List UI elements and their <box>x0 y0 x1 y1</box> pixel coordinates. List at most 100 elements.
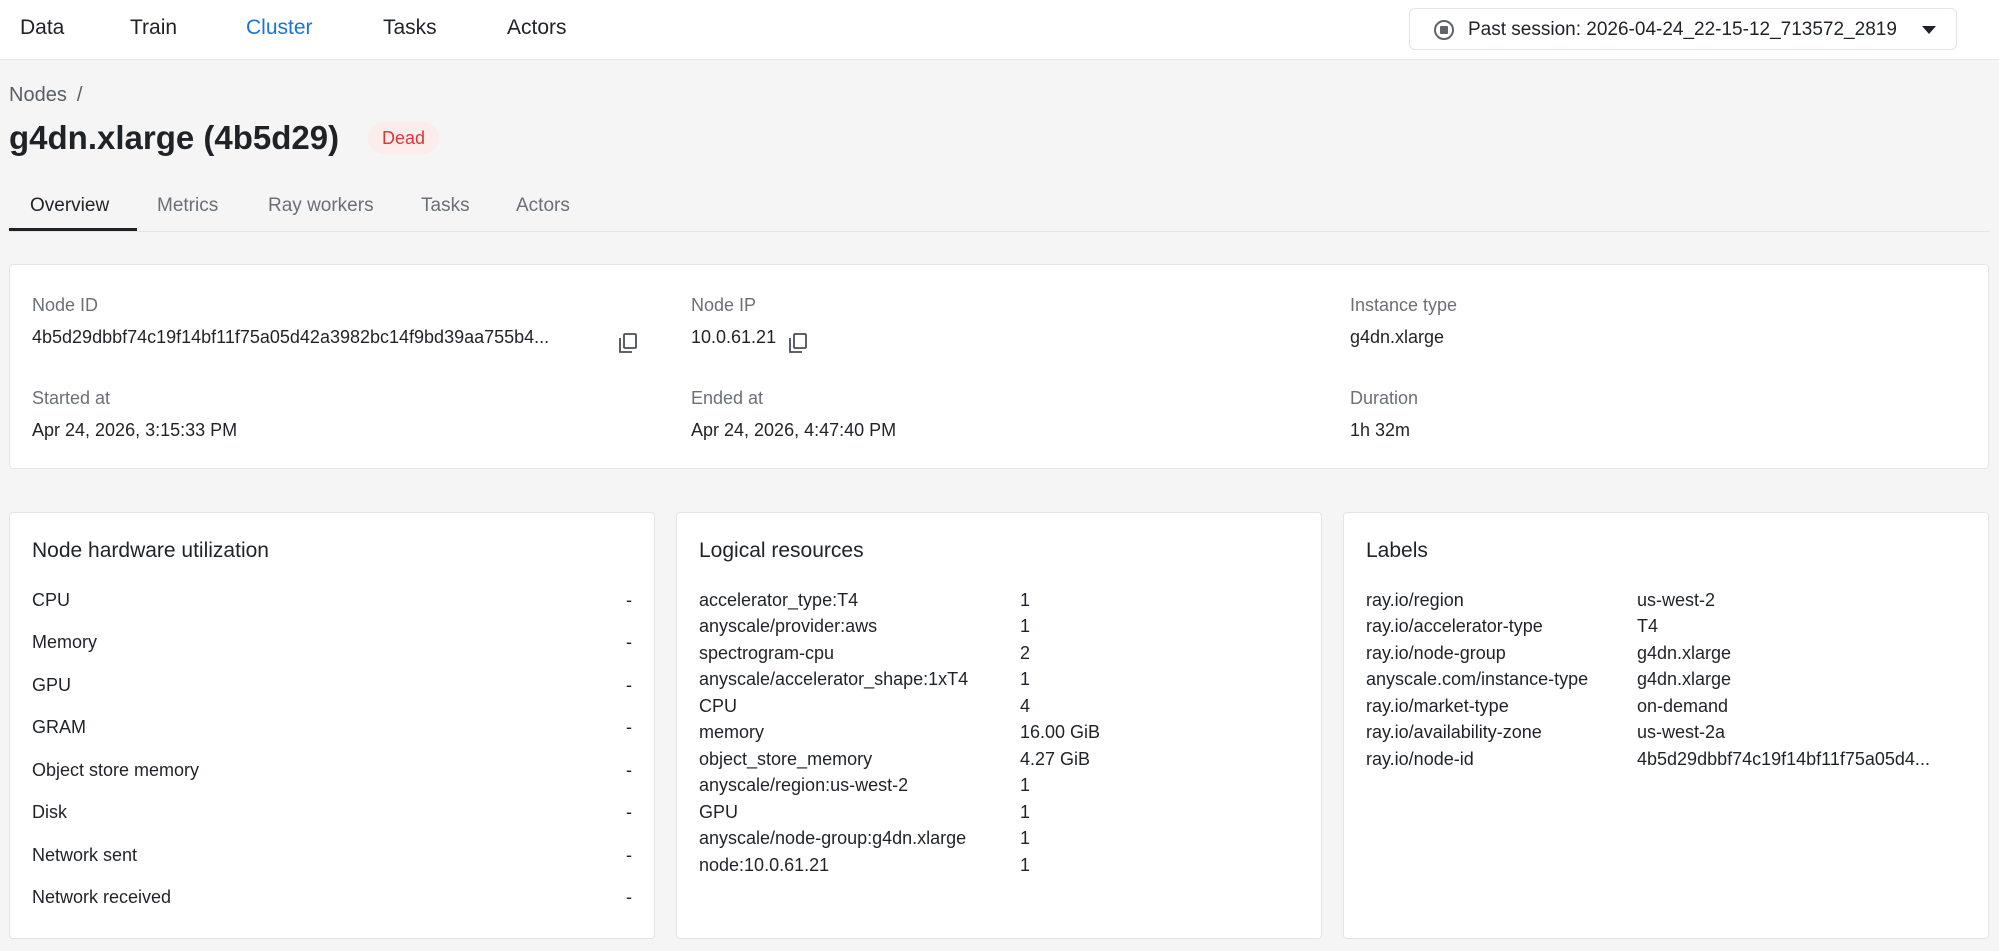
hw-name: Network received <box>32 887 172 907</box>
hw-value: - <box>626 717 632 737</box>
logical-row: CPU 4 <box>699 693 1309 719</box>
breadcrumb-nodes[interactable]: Nodes <box>9 84 67 106</box>
instance-type-value: g4dn.xlarge <box>1350 327 1445 347</box>
ended-at-value: Apr 24, 2026, 4:47:40 PM <box>691 420 897 440</box>
resource-value: 1 <box>1020 802 1031 822</box>
resource-key: memory <box>699 722 765 742</box>
label-key: ray.io/accelerator-type <box>1366 616 1543 636</box>
node-ip-value: 10.0.61.21 <box>691 327 777 347</box>
label-row: ray.io/market-type on-demand <box>1366 693 1976 719</box>
label-value: T4 <box>1637 616 1659 636</box>
hw-row-network-received: Network received - <box>32 884 632 910</box>
tab-overview[interactable]: Overview <box>30 194 109 218</box>
logical-row: object_store_memory 4.27 GiB <box>699 746 1309 772</box>
hw-value: - <box>626 845 632 865</box>
instance-type-label: Instance type <box>1350 295 1458 315</box>
logical-row: node:10.0.61.21 1 <box>699 852 1309 878</box>
label-value: us-west-2a <box>1637 722 1726 742</box>
nav-item-tasks[interactable]: Tasks <box>383 14 437 42</box>
labels-title: Labels <box>1366 539 1428 562</box>
tab-metrics[interactable]: Metrics <box>157 194 218 218</box>
tab-ray-workers[interactable]: Ray workers <box>268 194 374 218</box>
label-row: anyscale.com/instance-type g4dn.xlarge <box>1366 666 1976 692</box>
stop-circle-icon <box>1434 20 1454 40</box>
hw-name: CPU <box>32 590 71 610</box>
logical-row: GPU 1 <box>699 799 1309 825</box>
logical-row: anyscale/node-group:g4dn.xlarge 1 <box>699 825 1309 851</box>
hw-row-object-store: Object store memory - <box>32 757 632 783</box>
hw-name: GRAM <box>32 717 86 737</box>
node-ip-label: Node IP <box>691 295 757 315</box>
duration-label: Duration <box>1350 388 1419 408</box>
resource-key: spectrogram-cpu <box>699 643 835 663</box>
label-row: ray.io/region us-west-2 <box>1366 587 1976 613</box>
resource-key: anyscale/node-group:g4dn.xlarge <box>699 828 967 848</box>
resource-key: anyscale/region:us-west-2 <box>699 775 909 795</box>
chevron-down-icon <box>1922 26 1936 34</box>
resource-key: anyscale/accelerator_shape:1xT4 <box>699 669 969 689</box>
resource-key: anyscale/provider:aws <box>699 616 878 636</box>
resource-key: accelerator_type:T4 <box>699 590 859 610</box>
label-row: ray.io/availability-zone us-west-2a <box>1366 719 1976 745</box>
logical-row: anyscale/region:us-west-2 1 <box>699 772 1309 798</box>
nav-item-train[interactable]: Train <box>130 14 177 42</box>
active-tab-indicator <box>9 228 137 231</box>
nav-item-cluster[interactable]: Cluster <box>246 14 313 42</box>
tab-bar: Overview Metrics Ray workers Tasks Actor… <box>9 190 1989 232</box>
labels-card: Labels ray.io/region us-west-2 ray.io/acc… <box>1343 512 1989 939</box>
hw-row-gpu: GPU - <box>32 672 632 698</box>
copy-node-ip-icon[interactable] <box>789 333 807 353</box>
top-navigation: Data Train Cluster Tasks Actors Past ses… <box>0 0 1999 60</box>
hw-value: - <box>626 590 632 610</box>
node-id-label: Node ID <box>32 295 99 315</box>
session-selector[interactable]: Past session: 2026-04-24_22-15-12_713572… <box>1409 8 1957 50</box>
hw-value: - <box>626 675 632 695</box>
hw-row-cpu: CPU - <box>32 587 632 613</box>
copy-node-id-icon[interactable] <box>619 333 637 353</box>
resource-value: 1 <box>1020 775 1031 795</box>
label-key: ray.io/market-type <box>1366 696 1509 716</box>
logical-row: memory 16.00 GiB <box>699 719 1309 745</box>
resource-value: 1 <box>1020 828 1031 848</box>
hw-row-gram: GRAM - <box>32 714 632 740</box>
tab-actors[interactable]: Actors <box>516 194 570 218</box>
logical-row: spectrogram-cpu 2 <box>699 640 1309 666</box>
hw-name: Memory <box>32 632 98 652</box>
logical-row: anyscale/accelerator_shape:1xT4 1 <box>699 666 1309 692</box>
label-key: ray.io/node-group <box>1366 643 1506 663</box>
hw-row-memory: Memory - <box>32 629 632 655</box>
resource-value: 1 <box>1020 590 1031 610</box>
logical-row: anyscale/provider:aws 1 <box>699 613 1309 639</box>
resource-value: 16.00 GiB <box>1020 722 1101 742</box>
nav-item-data[interactable]: Data <box>20 14 64 42</box>
hardware-utilization-card: Node hardware utilization CPU - Memory - G… <box>9 512 655 939</box>
ended-at-label: Ended at <box>691 388 764 408</box>
hw-value: - <box>626 887 632 907</box>
label-value: g4dn.xlarge <box>1637 669 1732 689</box>
hw-name: Object store memory <box>32 760 200 780</box>
tab-tasks[interactable]: Tasks <box>421 194 470 218</box>
nav-item-actors[interactable]: Actors <box>507 14 567 42</box>
resource-key: node:10.0.61.21 <box>699 855 830 875</box>
resource-value: 1 <box>1020 855 1031 875</box>
started-at-label: Started at <box>32 388 111 408</box>
breadcrumb-separator: / <box>76 84 83 106</box>
logical-row: accelerator_type:T4 1 <box>699 587 1309 613</box>
label-value: on-demand <box>1637 696 1729 716</box>
breadcrumb: Nodes / <box>9 84 82 107</box>
label-value: 4b5d29dbbf74c19f14bf11f75a05d4... <box>1637 749 1930 769</box>
hardware-utilization-title: Node hardware utilization <box>32 539 269 562</box>
resource-key: object_store_memory <box>699 749 873 769</box>
hw-value: - <box>626 802 632 822</box>
resource-value: 1 <box>1020 669 1031 689</box>
label-row: ray.io/node-group g4dn.xlarge <box>1366 640 1976 666</box>
resource-key: GPU <box>699 802 739 822</box>
label-value: g4dn.xlarge <box>1637 643 1732 663</box>
hw-value: - <box>626 632 632 652</box>
resource-value: 2 <box>1020 643 1031 663</box>
hw-name: Disk <box>32 802 67 822</box>
session-label: Past session: 2026-04-24_22-15-12_713572… <box>1468 19 1897 40</box>
started-at-value: Apr 24, 2026, 3:15:33 PM <box>32 420 238 440</box>
status-badge: Dead <box>368 122 440 154</box>
duration-value: 1h 32m <box>1350 420 1411 440</box>
